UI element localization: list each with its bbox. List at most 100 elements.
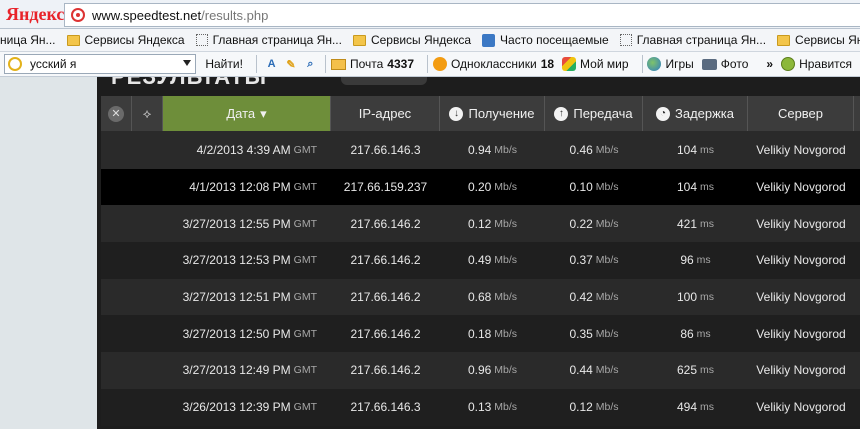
cell-ip: 217.66.159.237 (331, 169, 440, 206)
share-button[interactable]: ⟡ (132, 96, 163, 131)
table-row[interactable]: 4/1/2013 12:08 PM GMT 217.66.159.237 0.20 M… (101, 168, 860, 206)
table-row[interactable]: 3/27/2013 12:55 PM GMT 217.66.146.2 0.12 Mb… (101, 205, 860, 243)
highlighter-icon[interactable]: ✎ (283, 56, 298, 72)
cell-server: Velikiy Novgorod (748, 242, 854, 279)
bookmark-label: Главная страница Ян... (636, 33, 767, 47)
date-value: 3/27/2013 12:50 PM (182, 326, 291, 341)
chevron-down-icon[interactable] (183, 60, 192, 66)
bookmarks-bar: ница Ян... Сервисы Яндекса Главная стран… (0, 29, 860, 52)
latency-value: 104 (676, 180, 698, 195)
column-latency[interactable]: ◔ Задержка (643, 96, 748, 131)
address-bar: Яндекс www.speedtest.net/results.php (0, 0, 860, 29)
cell-date: 3/27/2013 12:51 PM GMT (163, 279, 331, 316)
row-spacer (101, 352, 163, 389)
upload-value: 0.44 (569, 363, 593, 378)
bookmark-item[interactable]: ница Ян... (0, 33, 56, 47)
page-title: РЕЗУЛЬТАТЫ (111, 77, 267, 90)
cell-latency: 96 ms (643, 242, 748, 279)
date-value: 4/2/2013 4:39 AM (196, 143, 291, 158)
ip-value: 217.66.146.3 (350, 143, 421, 158)
odnoklassniki-button[interactable]: Одноклассники 18 (432, 57, 554, 71)
cell-date: 4/2/2013 4:39 AM GMT (163, 132, 331, 169)
cell-server: Velikiy Novgorod (748, 279, 854, 316)
bookmark-item[interactable]: Сервисы Яндекса (777, 33, 860, 47)
column-server-label: Сервер (777, 106, 824, 121)
games-icon (647, 57, 662, 71)
speed-unit: Mb/s (494, 144, 518, 157)
table-row[interactable]: 3/27/2013 12:53 PM GMT 217.66.146.2 0.49 Mb… (101, 242, 860, 279)
column-date[interactable]: Дата ▾ (163, 96, 331, 131)
column-date-label: Дата (226, 106, 256, 121)
clear-results-button[interactable]: ✕ (101, 96, 132, 131)
latency-unit: ms (700, 181, 715, 194)
page-margin (0, 77, 97, 429)
toolbar-divider (325, 55, 326, 73)
speed-unit: Mb/s (494, 291, 518, 304)
row-end (854, 389, 860, 426)
server-value: Velikiy Novgorod (756, 216, 846, 231)
server-value: Velikiy Novgorod (756, 253, 846, 268)
magnify-page-icon[interactable]: ⌕ (303, 56, 318, 72)
row-spacer (101, 279, 163, 316)
server-value: Velikiy Novgorod (756, 326, 846, 341)
ip-value: 217.66.159.237 (343, 180, 428, 195)
timezone: GMT (293, 327, 317, 340)
upload-value: 0.42 (569, 290, 593, 305)
bookmark-label: Главная страница Ян... (212, 33, 342, 47)
timezone: GMT (293, 364, 317, 377)
speed-unit: Mb/s (494, 181, 518, 194)
bookmark-label: Сервисы Яндекса (795, 33, 860, 47)
url-field[interactable]: www.speedtest.net/results.php (64, 3, 860, 27)
column-download[interactable]: ↓ Получение (440, 96, 545, 131)
table-row[interactable]: 4/2/2013 4:39 AM GMT 217.66.146.3 0.94 Mb/s… (101, 132, 860, 169)
bookmark-item[interactable]: Часто посещаемые (482, 33, 609, 47)
table-header: ✕ ⟡ Дата ▾ IP-адрес ↓ Получение ↑ Переда… (101, 96, 860, 132)
yandex-logo[interactable]: Яндекс (0, 2, 66, 26)
bookmark-item[interactable]: Главная страница Ян... (195, 33, 342, 47)
column-upload[interactable]: ↑ Передача (545, 96, 643, 131)
results-page: РЕЗУЛЬТАТЫ ✕ ⟡ Дата ▾ IP-адрес ↓ Получен… (97, 77, 860, 429)
mail-label: Почта (349, 57, 384, 71)
mail-button[interactable]: Почта 4337 (330, 57, 414, 71)
server-value: Velikiy Novgorod (756, 143, 846, 158)
ip-value: 217.66.146.3 (350, 400, 421, 415)
like-button[interactable]: Нравится (781, 57, 852, 71)
bookmark-item[interactable]: Сервисы Яндекса (352, 33, 471, 47)
download-icon: ↓ (449, 106, 464, 121)
cell-latency: 104 ms (643, 132, 748, 169)
column-server[interactable]: Сервер (748, 96, 854, 131)
table-row[interactable]: 3/27/2013 12:50 PM GMT 217.66.146.2 0.18 Mb… (101, 315, 860, 353)
upload-value: 0.22 (569, 216, 593, 231)
row-spacer (101, 132, 163, 169)
bookmark-item[interactable]: Сервисы Яндекса (66, 33, 185, 47)
search-input[interactable]: усский я (4, 54, 197, 74)
photo-button[interactable]: Фото (701, 57, 748, 71)
yandex-toolbar: усский я Найти! A ✎ ⌕ Почта 4337 Однокла… (0, 52, 860, 77)
speed-unit: Mb/s (595, 291, 619, 304)
cell-date: 3/26/2013 12:39 PM GMT (163, 389, 331, 426)
more-chevron-button[interactable]: » (766, 57, 773, 71)
moimir-button[interactable]: Мой мир (562, 57, 629, 71)
font-size-icon[interactable]: A (264, 56, 279, 72)
table-row[interactable]: 3/27/2013 12:51 PM GMT 217.66.146.2 0.68 Mb… (101, 278, 860, 316)
table-row[interactable]: 3/27/2013 12:49 PM GMT 217.66.146.2 0.96 Mb… (101, 352, 860, 389)
latency-value: 86 (680, 326, 694, 341)
table-row[interactable]: 3/26/2013 12:39 PM GMT 217.66.146.3 0.13 Mb… (101, 388, 860, 426)
ip-value: 217.66.146.2 (350, 290, 421, 305)
cell-latency: 625 ms (643, 352, 748, 389)
column-ip[interactable]: IP-адрес (331, 96, 440, 131)
site-favicon-icon (71, 8, 85, 22)
latency-value: 421 (676, 216, 698, 231)
latency-unit: ms (700, 291, 715, 304)
bookmark-item[interactable]: Главная страница Ян... (619, 33, 767, 47)
header-pill (341, 77, 427, 85)
like-label: Нравится (799, 57, 853, 71)
row-spacer (101, 242, 163, 279)
games-button[interactable]: Игры (647, 57, 694, 71)
date-value: 4/1/2013 12:08 PM (189, 180, 291, 195)
sort-down-icon: ▾ (260, 105, 267, 121)
find-button[interactable]: Найти! (205, 57, 243, 71)
speed-unit: Mb/s (595, 254, 619, 267)
server-value: Velikiy Novgorod (756, 180, 846, 195)
timezone: GMT (293, 217, 317, 230)
